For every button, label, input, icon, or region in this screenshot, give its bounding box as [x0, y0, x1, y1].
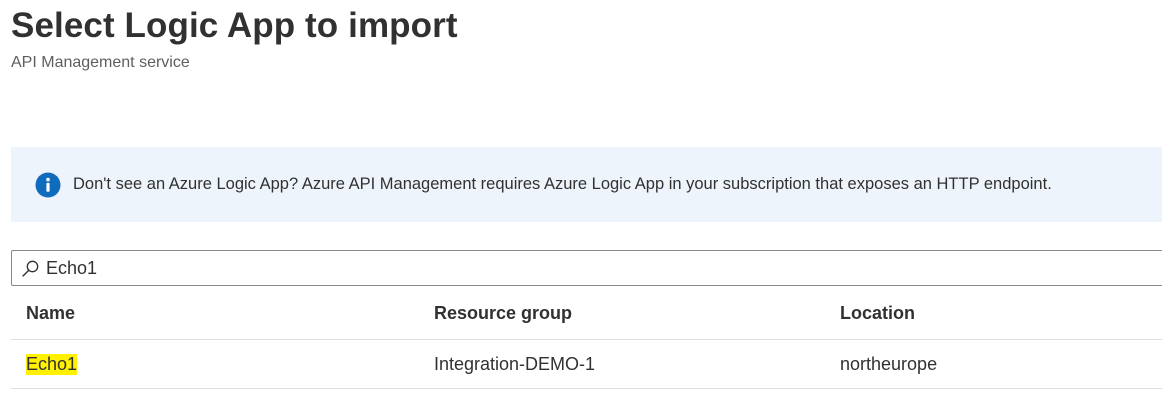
search-box[interactable]: [11, 250, 1162, 286]
page-title: Select Logic App to import: [11, 6, 458, 45]
info-banner-text: Don't see an Azure Logic App? Azure API …: [73, 175, 1052, 193]
column-header-location[interactable]: Location: [840, 303, 915, 324]
select-logic-app-blade: Select Logic App to import API Managemen…: [0, 0, 1162, 409]
column-header-resource-group[interactable]: Resource group: [434, 303, 572, 324]
logic-app-name-cell[interactable]: Echo1: [26, 354, 78, 375]
table-row[interactable]: Echo1 Integration-DEMO-1 northeurope: [11, 340, 1162, 389]
resource-group-cell: Integration-DEMO-1: [434, 354, 596, 374]
column-header-name[interactable]: Name: [26, 303, 75, 324]
logic-app-table: Name Resource group Location Echo1 Integ…: [11, 288, 1162, 389]
info-icon: [35, 172, 61, 197]
page-subtitle: API Management service: [11, 54, 190, 71]
table-header-row: Name Resource group Location: [11, 288, 1162, 340]
location-cell: northeurope: [840, 354, 938, 374]
search-input[interactable]: [46, 257, 946, 279]
info-banner: Don't see an Azure Logic App? Azure API …: [11, 147, 1162, 222]
search-icon: [22, 260, 39, 277]
